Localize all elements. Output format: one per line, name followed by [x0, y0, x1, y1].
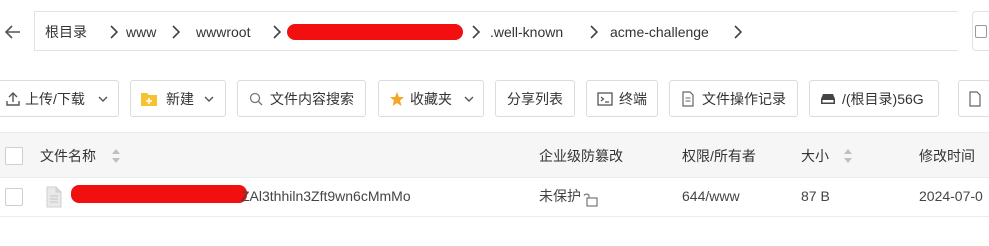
- new-label: 新建: [166, 91, 194, 107]
- upload-download-label: 上传/下载: [25, 91, 85, 107]
- star-icon: [390, 92, 404, 106]
- search-content-button[interactable]: 文件内容搜索: [237, 80, 366, 117]
- column-header-permission: 权限/所有者: [682, 148, 756, 164]
- chevron-right-icon: [172, 25, 181, 39]
- favorites-label: 收藏夹: [410, 91, 452, 107]
- breadcrumb-item-root[interactable]: 根目录: [45, 23, 87, 41]
- table-row[interactable]: ZAl3thhiln3Zft9wn6cMmMo 未保护 644/www 87 B…: [0, 178, 989, 217]
- column-header-size[interactable]: 大小: [801, 147, 829, 165]
- new-button[interactable]: 新建: [130, 80, 226, 117]
- breadcrumb-item-wwwroot[interactable]: wwwroot: [196, 23, 250, 41]
- column-header-mtime[interactable]: 修改时间: [919, 147, 975, 165]
- breadcrumb: 根目录 www wwwroot .well-known acme-challen…: [34, 11, 958, 51]
- breadcrumb-item-well-known[interactable]: .well-known: [490, 23, 563, 41]
- breadcrumb-item-acme-challenge[interactable]: acme-challenge: [610, 23, 709, 41]
- row-checkbox[interactable]: [5, 188, 23, 206]
- upload-download-button[interactable]: 上传/下载: [0, 80, 119, 117]
- terminal-icon: [597, 92, 613, 106]
- file-size: 87 B: [801, 188, 830, 204]
- more-button[interactable]: [958, 80, 989, 117]
- sort-icon[interactable]: [842, 147, 854, 165]
- back-arrow-icon[interactable]: [2, 21, 24, 43]
- column-header-name[interactable]: 文件名称: [40, 147, 96, 165]
- chevron-right-icon: [273, 25, 282, 39]
- unlock-icon[interactable]: [583, 191, 599, 207]
- search-icon: [249, 92, 263, 106]
- path-action-button[interactable]: [972, 11, 989, 51]
- modified-time: 2024-07-0: [919, 188, 983, 204]
- favorites-button[interactable]: 收藏夹: [378, 80, 484, 117]
- search-content-label: 文件内容搜索: [270, 91, 354, 107]
- chevron-right-icon: [110, 25, 119, 39]
- chevron-down-icon: [464, 96, 474, 102]
- terminal-button[interactable]: 终端: [586, 80, 658, 117]
- document-icon: [969, 91, 981, 107]
- document-log-icon: [682, 91, 694, 107]
- disk-button[interactable]: /(根目录)56G: [809, 80, 939, 117]
- chevron-right-icon: [590, 25, 599, 39]
- copy-icon: [975, 25, 987, 38]
- file-op-log-button[interactable]: 文件操作记录: [669, 80, 798, 117]
- upload-icon: [6, 92, 20, 106]
- share-list-label: 分享列表: [507, 91, 563, 107]
- disk-label: /(根目录)56G: [842, 91, 924, 107]
- tamper-status: 未保护: [539, 188, 581, 204]
- disk-icon: [821, 94, 835, 104]
- terminal-label: 终端: [619, 91, 647, 107]
- chevron-down-icon: [204, 96, 214, 102]
- permission-owner[interactable]: 644/www: [682, 187, 740, 205]
- chevron-right-icon: [734, 25, 743, 39]
- select-all-checkbox[interactable]: [5, 147, 23, 165]
- column-header-tamper: 企业级防篡改: [539, 148, 623, 164]
- breadcrumb-item-www[interactable]: www: [126, 23, 156, 41]
- redaction-mark: [287, 24, 463, 40]
- sort-icon[interactable]: [110, 147, 122, 165]
- file-name[interactable]: ZAl3thhiln3Zft9wn6cMmMo: [241, 187, 411, 205]
- path-bar: 根目录 www wwwroot .well-known acme-challen…: [0, 11, 989, 51]
- chevron-down-icon: [98, 96, 108, 102]
- redaction-mark: [71, 185, 247, 203]
- file-table-header: 文件名称 企业级防篡改 权限/所有者 大小 修改时间: [0, 132, 989, 178]
- new-folder-icon: [141, 93, 157, 106]
- file-icon: [46, 186, 62, 208]
- chevron-right-icon: [472, 25, 481, 39]
- file-op-log-label: 文件操作记录: [702, 91, 786, 107]
- share-list-button[interactable]: 分享列表: [495, 80, 575, 117]
